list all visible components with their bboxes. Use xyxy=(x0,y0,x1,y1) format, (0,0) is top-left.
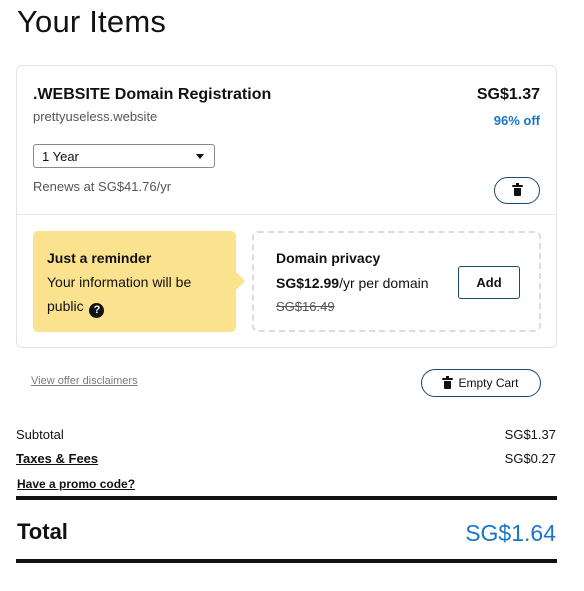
renewal-price: Renews at SG$41.76/yr xyxy=(33,179,172,194)
term-select-value: 1 Year xyxy=(42,149,79,164)
view-offer-disclaimers-link[interactable]: View offer disclaimers xyxy=(31,375,138,387)
reminder-title: Just a reminder xyxy=(47,250,152,266)
subtotal-label: Subtotal xyxy=(16,427,64,442)
item-domain: prettyuseless.website xyxy=(33,109,158,124)
privacy-title: Domain privacy xyxy=(276,250,381,266)
subtotal-value: SG$1.37 xyxy=(504,427,556,442)
page-title: Your Items xyxy=(17,4,167,39)
privacy-old-price: SG$16.49 xyxy=(276,299,335,314)
summary-divider-top xyxy=(16,496,557,500)
card-divider xyxy=(17,214,556,215)
privacy-reminder: Just a reminder Your information will be… xyxy=(33,231,245,332)
item-name: .WEBSITE Domain Registration xyxy=(33,86,272,103)
add-privacy-button[interactable]: Add xyxy=(458,266,520,299)
reminder-text: Your information will be public ? xyxy=(47,270,227,318)
taxes-fees-link[interactable]: Taxes & Fees xyxy=(16,451,98,466)
total-label: Total xyxy=(17,519,68,544)
privacy-price-line: SG$12.99/yr per domain xyxy=(276,275,429,291)
empty-cart-label: Empty Cart xyxy=(458,376,519,390)
cart-item-card: .WEBSITE Domain Registration prettyusele… xyxy=(16,65,557,348)
reminder-arrow xyxy=(235,271,245,291)
term-select[interactable]: 1 Year xyxy=(33,144,215,168)
question-circle-icon[interactable]: ? xyxy=(89,303,105,318)
reminder-message: Your information will be public xyxy=(47,274,192,314)
privacy-price-suffix: /yr per domain xyxy=(339,275,429,291)
domain-privacy-offer: Domain privacy SG$12.99/yr per domain SG… xyxy=(252,231,541,332)
item-price: SG$1.37 xyxy=(476,86,540,103)
promo-code-link[interactable]: Have a promo code? xyxy=(17,477,135,491)
chevron-down-icon xyxy=(196,154,204,159)
delete-item-button[interactable] xyxy=(494,177,540,204)
taxes-value: SG$0.27 xyxy=(504,451,556,466)
privacy-price: SG$12.99 xyxy=(276,275,340,291)
summary-divider-bottom xyxy=(16,559,557,563)
trash-icon xyxy=(442,375,454,389)
item-discount: 96% off xyxy=(493,113,540,128)
total-value: SG$1.64 xyxy=(465,520,556,546)
empty-cart-button[interactable]: Empty Cart xyxy=(421,369,541,397)
trash-icon xyxy=(511,183,523,196)
